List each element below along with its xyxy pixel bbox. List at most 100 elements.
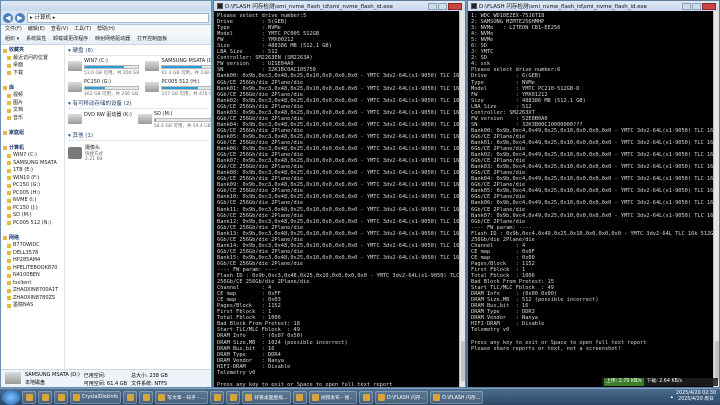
taskbar-pinned-app[interactable] [226, 390, 241, 404]
menu-help[interactable]: 帮助(H) [97, 25, 115, 34]
back-icon[interactable]: ◀ [3, 12, 13, 23]
nav-item[interactable]: PC150 (J:) [1, 205, 64, 213]
menu-file[interactable]: 文件(F) [5, 25, 22, 34]
nav-item[interactable]: PC150 (G:) [1, 182, 64, 190]
taskbar-pinned-app[interactable] [38, 390, 52, 404]
nav-item-label: N4100BEN [13, 272, 40, 278]
nav-item-label: 网络 [9, 234, 20, 241]
folder-icon [7, 183, 11, 188]
nav-item[interactable]: 网络 [1, 235, 64, 243]
console-window-1: D:\FLASH 闪存检测\smi_nvme_flash_id\smi_nvme… [213, 0, 466, 388]
details-col-3: 总大小: 238 GB 文件系统: NTFS [131, 372, 168, 387]
control-panel-button[interactable]: 打开控制面板 [137, 34, 167, 44]
console-app-icon [471, 3, 477, 9]
nav-item[interactable]: ZHAOXIN8700A1T [1, 287, 64, 295]
nav-item[interactable]: 文档 [1, 107, 64, 115]
maximize-button[interactable] [438, 2, 447, 10]
nav-item[interactable]: ZHAOXIN8780ZS [1, 295, 64, 303]
nav-item[interactable]: 收藏夹 [1, 47, 64, 55]
drive-info: PC005 512 (H:) 157 GB 可用，共 476 GB [161, 79, 211, 97]
nav-item[interactable]: WIN10 (F:) [1, 175, 64, 183]
close-button[interactable] [702, 2, 716, 10]
drive-item[interactable]: SD (M:) 58.4 GB 可用，共 59.4 GB [137, 111, 211, 129]
map-drive-button[interactable]: 映射网络驱动器 [95, 34, 130, 44]
system-properties-button[interactable]: 系统属性 [26, 34, 46, 44]
console-1-scrollbar[interactable] [459, 11, 465, 387]
taskbar-window-button[interactable]: 视频发布 - 搜... [308, 390, 358, 404]
taskbar-pinned-app[interactable] [359, 390, 374, 404]
taskbar-window-button[interactable]: D:\FLASH 闪存... [430, 390, 484, 404]
taskbar-window-button[interactable]: CrystalDiskInfo [70, 390, 122, 404]
nav-item[interactable]: HPELITEBOOK870 [1, 265, 64, 273]
nav-item[interactable]: 库 [1, 85, 64, 93]
nav-item[interactable]: SAMSUNG MSATA [1, 160, 64, 168]
other-section-header[interactable]: ▾ 其他 (1) [68, 132, 208, 141]
drive-item[interactable]: PC150 (G:) 162 GB 可用，共 256 GB [68, 79, 140, 97]
nav-item[interactable]: SD (M:) [1, 212, 64, 220]
drive-free-space: 162 GB 可用，共 256 GB [84, 92, 139, 97]
nav-item[interactable]: 桌面 [1, 62, 64, 70]
nav-item[interactable]: 1TB (E:) [1, 167, 64, 175]
explorer-titlebar[interactable] [1, 1, 211, 11]
console-2-titlebar[interactable]: D:\FLASH 闪存检测\smi_nvme_flash_id\smi_nvme… [468, 1, 719, 11]
console-1-titlebar[interactable]: D:\FLASH 闪存检测\smi_nvme_flash_id\smi_nvme… [214, 1, 465, 11]
address-path[interactable]: ▸ 计算机 ▸ [27, 12, 209, 23]
maximize-button[interactable] [692, 2, 701, 10]
console-2-scrollbar[interactable] [713, 11, 719, 387]
nav-item[interactable]: 视频 [1, 92, 64, 100]
taskbar-window-button[interactable]: 写文章 - 知乎 - ... [155, 390, 209, 404]
nav-item[interactable]: tsclient [1, 280, 64, 288]
nav-item[interactable]: 音乐 [1, 115, 64, 123]
forward-icon[interactable]: ▶ [15, 12, 25, 23]
taskbar-window-button[interactable]: 好看桌面壁纸... [242, 390, 291, 404]
console-1-output[interactable]: Please select drive number:5 Drive : 5(GE… [214, 11, 465, 387]
scroll-thumb[interactable] [461, 341, 465, 381]
menu-tools[interactable]: 工具(T) [74, 25, 91, 34]
nav-item[interactable]: 墨院NAS [1, 302, 64, 310]
explorer-body: 收藏夹 最近访问的位置 桌面 下载库视频 图片 文档 音乐 家庭组 计算机 WIN7 (C:) SA… [1, 45, 211, 371]
scroll-thumb[interactable] [715, 341, 719, 381]
taskbar-pinned-app[interactable] [54, 390, 68, 404]
menu-view[interactable]: 查看(V) [51, 25, 68, 34]
folder-icon [7, 303, 11, 308]
start-button[interactable] [2, 389, 20, 405]
taskbar-pinned-app[interactable] [123, 390, 138, 404]
nav-item[interactable]: NVME (I:) [1, 197, 64, 205]
taskbar-window-button[interactable]: D:\FLASH 闪存... [375, 390, 429, 404]
nav-item[interactable]: PC005 512 (N:) [1, 220, 64, 228]
drive-item[interactable]: SAMSUNG MSATA (D:) 61.4 GB 可用，共 238 GB [145, 58, 211, 76]
taskbar-pinned-app[interactable] [22, 390, 36, 404]
close-button[interactable] [448, 2, 462, 10]
nav-item[interactable]: 家庭组 [1, 130, 64, 138]
nav-item[interactable]: 下载 [1, 70, 64, 78]
nav-item-label: 库 [9, 84, 15, 91]
clock[interactable]: 2025/4/20 02:30 2025/4/20 周日 [676, 391, 716, 403]
nav-item[interactable]: N4100BEN [1, 272, 64, 280]
drive-item[interactable]: WIN7 (C:) 53.0 GB 可用，共 200 GB [68, 58, 140, 76]
organize-button[interactable]: 组织 ▾ [5, 34, 19, 44]
console-2-output[interactable]: 1: WDC WD10EZEX-75J6TI8 2: SAMSUNG MZMTE2… [468, 11, 719, 387]
menu-edit[interactable]: 编辑(E) [28, 25, 45, 34]
minimize-button[interactable] [682, 2, 691, 10]
nav-item[interactable]: 计算机 [1, 145, 64, 153]
minimize-button[interactable] [428, 2, 437, 10]
nav-item[interactable]: 图片 [1, 100, 64, 108]
uninstall-button[interactable]: 卸载或更改程序 [53, 34, 88, 44]
taskbar-pinned-app[interactable] [292, 390, 307, 404]
nav-item[interactable]: DELL3578 [1, 250, 64, 258]
nav-item[interactable]: B770WIDC [1, 242, 64, 250]
hdd-section-header[interactable]: ▾ 硬盘 (8) [68, 47, 208, 56]
nav-item[interactable]: PC005 (H:) [1, 190, 64, 198]
drive-item[interactable]: DVD RW 驱动器 (K:) [68, 111, 132, 129]
nav-item[interactable]: HP285AM4 [1, 257, 64, 265]
nav-item[interactable]: 最近访问的位置 [1, 55, 64, 63]
drive-info: SD (M:) 58.4 GB 可用，共 59.4 GB [153, 111, 211, 129]
usage-bar [161, 65, 211, 69]
taskbar-pinned-app[interactable] [210, 390, 225, 404]
tray-icons[interactable]: ▴ [671, 395, 673, 400]
camera-item[interactable]: 摄像头 快捷方式 2.21 KB [68, 144, 208, 164]
nav-item[interactable]: WIN7 (C:) [1, 152, 64, 160]
removable-section-header[interactable]: ▾ 有可移动存储的设备 (2) [68, 100, 208, 109]
drive-item[interactable]: PC005 512 (H:) 157 GB 可用，共 476 GB [145, 79, 211, 97]
taskbar-pinned-app[interactable] [139, 390, 154, 404]
